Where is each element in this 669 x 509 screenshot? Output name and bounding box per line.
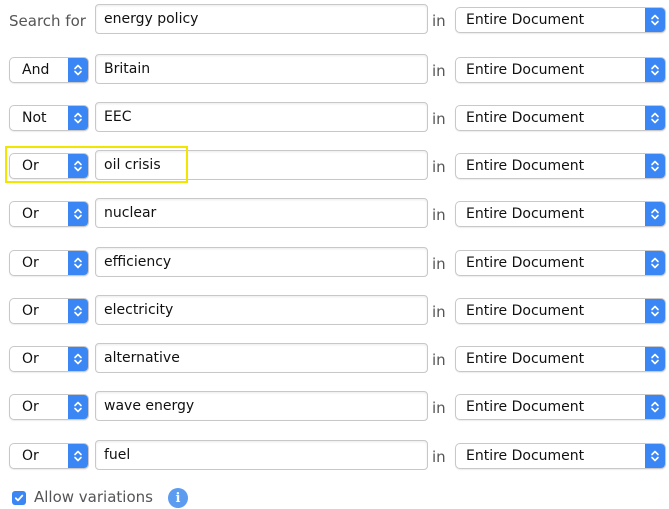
checkmark-icon bbox=[14, 494, 24, 502]
up-down-chevron-icon bbox=[68, 347, 88, 371]
search-row-6: Or in Entire Document bbox=[0, 247, 669, 281]
scope-select[interactable]: Entire Document bbox=[455, 7, 666, 33]
up-down-chevron-icon bbox=[68, 202, 88, 226]
operator-select[interactable]: Or bbox=[9, 250, 89, 276]
search-term-input[interactable] bbox=[95, 150, 428, 180]
operator-select-value: Or bbox=[22, 158, 39, 174]
scope-select-value: Entire Document bbox=[466, 158, 585, 174]
operator-select-value: Or bbox=[22, 351, 39, 367]
operator-select-value: Or bbox=[22, 206, 39, 222]
up-down-chevron-icon bbox=[645, 347, 665, 371]
scope-select[interactable]: Entire Document bbox=[455, 201, 666, 227]
search-term-input[interactable] bbox=[95, 247, 428, 277]
in-label: in bbox=[432, 351, 446, 369]
scope-select[interactable]: Entire Document bbox=[455, 443, 666, 469]
up-down-chevron-icon bbox=[645, 251, 665, 275]
scope-select-value: Entire Document bbox=[466, 62, 585, 78]
search-row-3: Not in Entire Document bbox=[0, 102, 669, 136]
up-down-chevron-icon bbox=[68, 251, 88, 275]
search-row-8: Or in Entire Document bbox=[0, 343, 669, 377]
operator-select-value: And bbox=[22, 62, 50, 78]
scope-select-value: Entire Document bbox=[466, 448, 585, 464]
search-term-input[interactable] bbox=[95, 4, 428, 34]
search-row-1: Search for in Entire Document bbox=[0, 4, 669, 38]
up-down-chevron-icon bbox=[68, 444, 88, 468]
operator-select-value: Or bbox=[22, 303, 39, 319]
search-row-9: Or in Entire Document bbox=[0, 391, 669, 425]
operator-select[interactable]: Or bbox=[9, 298, 89, 324]
up-down-chevron-icon bbox=[68, 154, 88, 178]
operator-select[interactable]: Or bbox=[9, 443, 89, 469]
search-row-5: Or in Entire Document bbox=[0, 198, 669, 232]
operator-select[interactable]: Or bbox=[9, 153, 89, 179]
scope-select-value: Entire Document bbox=[466, 206, 585, 222]
up-down-chevron-icon bbox=[645, 8, 665, 32]
scope-select[interactable]: Entire Document bbox=[455, 298, 666, 324]
up-down-chevron-icon bbox=[645, 299, 665, 323]
operator-select-value: Or bbox=[22, 255, 39, 271]
up-down-chevron-icon bbox=[645, 395, 665, 419]
allow-variations-label: Allow variations bbox=[34, 488, 153, 506]
search-row-4: Or in Entire Document bbox=[0, 150, 669, 184]
in-label: in bbox=[432, 399, 446, 417]
scope-select[interactable]: Entire Document bbox=[455, 394, 666, 420]
search-row-10: Or in Entire Document bbox=[0, 440, 669, 474]
in-label: in bbox=[432, 158, 446, 176]
search-term-input[interactable] bbox=[95, 198, 428, 228]
in-label: in bbox=[432, 12, 446, 30]
up-down-chevron-icon bbox=[645, 106, 665, 130]
scope-select[interactable]: Entire Document bbox=[455, 153, 666, 179]
search-row-2: And in Entire Document bbox=[0, 54, 669, 88]
operator-select-value: Or bbox=[22, 399, 39, 415]
in-label: in bbox=[432, 448, 446, 466]
up-down-chevron-icon bbox=[68, 299, 88, 323]
in-label: in bbox=[432, 62, 446, 80]
up-down-chevron-icon bbox=[68, 58, 88, 82]
search-term-input[interactable] bbox=[95, 391, 428, 421]
operator-select[interactable]: Or bbox=[9, 201, 89, 227]
operator-select[interactable]: Or bbox=[9, 346, 89, 372]
info-icon[interactable]: i bbox=[168, 488, 188, 508]
in-label: in bbox=[432, 206, 446, 224]
scope-select-value: Entire Document bbox=[466, 399, 585, 415]
search-term-input[interactable] bbox=[95, 54, 428, 84]
scope-select-value: Entire Document bbox=[466, 12, 585, 28]
in-label: in bbox=[432, 303, 446, 321]
scope-select-value: Entire Document bbox=[466, 255, 585, 271]
scope-select-value: Entire Document bbox=[466, 303, 585, 319]
up-down-chevron-icon bbox=[68, 106, 88, 130]
operator-select-value: Or bbox=[22, 448, 39, 464]
scope-select[interactable]: Entire Document bbox=[455, 105, 666, 131]
up-down-chevron-icon bbox=[645, 58, 665, 82]
search-for-label: Search for bbox=[9, 12, 86, 30]
up-down-chevron-icon bbox=[68, 395, 88, 419]
up-down-chevron-icon bbox=[645, 444, 665, 468]
up-down-chevron-icon bbox=[645, 154, 665, 178]
scope-select[interactable]: Entire Document bbox=[455, 250, 666, 276]
search-term-input[interactable] bbox=[95, 440, 428, 470]
allow-variations-row: Allow variations i bbox=[12, 486, 669, 508]
operator-select-value: Not bbox=[22, 110, 47, 126]
search-row-7: Or in Entire Document bbox=[0, 295, 669, 329]
in-label: in bbox=[432, 255, 446, 273]
scope-select[interactable]: Entire Document bbox=[455, 346, 666, 372]
search-term-input[interactable] bbox=[95, 102, 428, 132]
scope-select-value: Entire Document bbox=[466, 351, 585, 367]
search-term-input[interactable] bbox=[95, 295, 428, 325]
scope-select-value: Entire Document bbox=[466, 110, 585, 126]
operator-select[interactable]: Not bbox=[9, 105, 89, 131]
in-label: in bbox=[432, 110, 446, 128]
operator-select[interactable]: Or bbox=[9, 394, 89, 420]
operator-select[interactable]: And bbox=[9, 57, 89, 83]
up-down-chevron-icon bbox=[645, 202, 665, 226]
scope-select[interactable]: Entire Document bbox=[455, 57, 666, 83]
allow-variations-checkbox[interactable] bbox=[12, 491, 26, 505]
search-term-input[interactable] bbox=[95, 343, 428, 373]
